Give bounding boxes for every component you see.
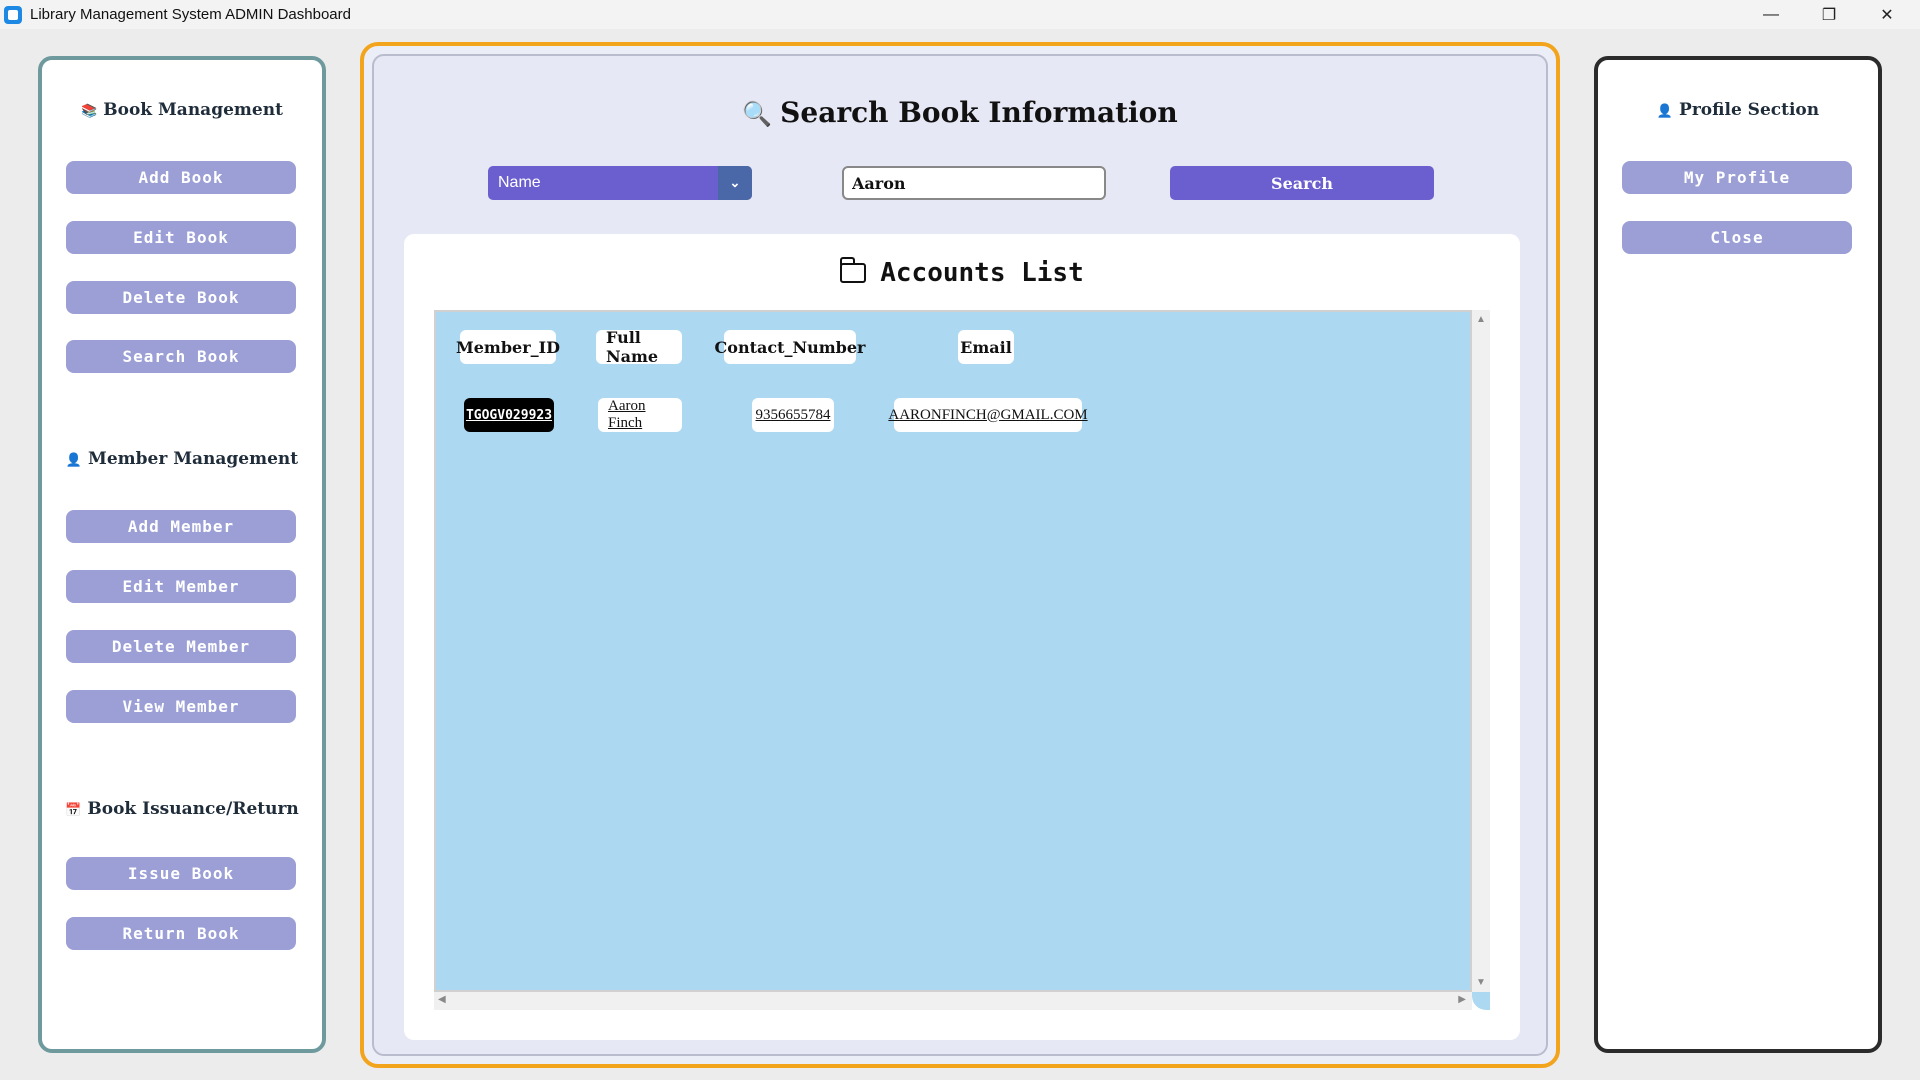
issue-book-button[interactable]: Issue Book [66,857,296,890]
person-icon: 👤 [1656,104,1674,119]
close-button[interactable]: Close [1622,221,1852,254]
minimize-icon: — [1763,5,1779,23]
app-icon [4,5,22,24]
column-header-full-name: Full Name [596,328,682,366]
search-book-button[interactable]: Search Book [66,340,296,373]
scroll-down-icon[interactable]: ▼ [1472,977,1490,988]
delete-member-button[interactable]: Delete Member [66,630,296,663]
cell-contact[interactable]: 9356655784 [752,398,834,432]
search-button[interactable]: Search [1170,166,1434,200]
member-management-label: Member Management [88,449,299,469]
view-member-button[interactable]: View Member [66,690,296,723]
column-header-email: Email [958,330,1014,364]
return-book-button[interactable]: Return Book [66,917,296,950]
edit-member-button[interactable]: Edit Member [66,570,296,603]
my-profile-button[interactable]: My Profile [1622,161,1852,194]
accounts-title: Accounts List [404,257,1520,288]
cell-full-name[interactable]: Aaron Finch [598,398,682,432]
scroll-corner [1472,992,1490,1010]
search-icon: 🔍 [742,99,773,128]
column-header-contact: Contact_Number [715,330,865,364]
book-management-heading: 📚 Book Management [42,100,322,120]
page-title-label: Search Book Information [780,96,1178,129]
vertical-scrollbar[interactable]: ▲ ▼ [1472,310,1490,992]
edit-book-button[interactable]: Edit Book [66,221,296,254]
profile-section-heading: 👤 Profile Section [1598,100,1878,120]
cell-email[interactable]: AARONFINCH@GMAIL.COM [888,398,1088,432]
close-icon: ✕ [1880,6,1894,24]
add-book-button[interactable]: Add Book [66,161,296,194]
center-panel: 🔍Search Book Information Name ⌄ Search A… [372,54,1548,1056]
page-title: 🔍 Search Book Information [374,96,1546,129]
accounts-title-label: Accounts List [880,258,1084,288]
member-management-heading: 👤 Member Management [42,449,322,469]
title-bar: Library Management System ADMIN Dashboar… [0,0,1920,29]
add-member-button[interactable]: Add Member [66,510,296,543]
accounts-card: Accounts List Member_ID Full Name Contac… [404,234,1520,1040]
search-by-dropdown[interactable]: Name ⌄ [488,166,752,200]
scroll-up-icon[interactable]: ▲ [1472,314,1490,325]
center-panel-frame: 🔍Search Book Information Name ⌄ Search A… [360,42,1560,1068]
issuance-label: Book Issuance/Return [87,799,299,819]
profile-section-label: Profile Section [1679,100,1820,120]
cell-member-id[interactable]: TGOGV029923 [464,398,554,432]
restore-icon: ❐ [1821,6,1837,24]
search-by-value: Name [498,174,541,191]
folder-icon [840,257,867,283]
books-icon: 📚 [81,104,98,119]
restore-button[interactable]: ❐ [1806,0,1852,29]
left-panel: 📚 Book Management Add Book Edit Book Dele… [38,56,326,1053]
right-panel: 👤 Profile Section My Profile Close [1594,56,1882,1053]
scroll-right-icon[interactable]: ▶ [1458,994,1466,1005]
search-input[interactable] [842,166,1106,200]
calendar-icon: 📅 [65,803,82,818]
delete-book-button[interactable]: Delete Book [66,281,296,314]
person-icon: 👤 [65,453,83,468]
minimize-button[interactable]: — [1748,0,1794,29]
issuance-heading: 📅 Book Issuance/Return [42,799,322,819]
accounts-table: Member_ID Full Name Contact_Number Email… [434,310,1472,992]
window-title: Library Management System ADMIN Dashboar… [30,6,351,23]
horizontal-scrollbar[interactable]: ◀ ▶ [434,992,1472,1010]
book-management-label: Book Management [103,100,283,120]
chevron-down-icon[interactable]: ⌄ [718,166,752,200]
scroll-left-icon[interactable]: ◀ [438,994,446,1005]
column-header-member-id: Member_ID [456,330,560,364]
close-window-button[interactable]: ✕ [1864,0,1910,29]
